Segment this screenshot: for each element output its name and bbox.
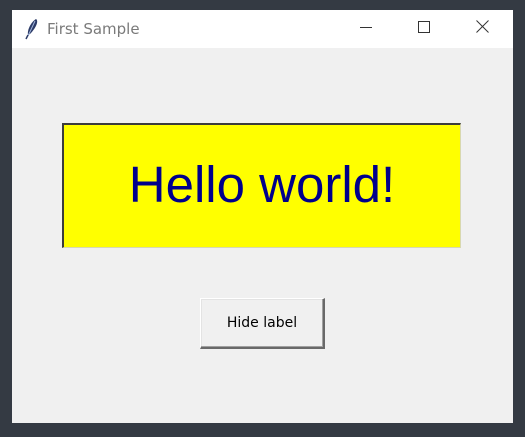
maximize-icon xyxy=(418,20,430,38)
feather-icon xyxy=(24,18,40,40)
window-title: First Sample xyxy=(47,20,140,38)
hello-label-text: Hello world! xyxy=(128,156,396,213)
title-bar[interactable]: First Sample xyxy=(12,10,513,48)
maximize-button[interactable] xyxy=(395,10,453,48)
close-icon xyxy=(475,20,489,38)
minimize-button[interactable] xyxy=(337,10,395,48)
app-window: First Sample Hello world! Hide label xyxy=(12,10,513,423)
hide-label-button[interactable]: Hide label xyxy=(200,298,325,349)
minimize-icon xyxy=(360,20,372,38)
hello-label: Hello world! xyxy=(62,123,461,248)
close-button[interactable] xyxy=(453,10,511,48)
